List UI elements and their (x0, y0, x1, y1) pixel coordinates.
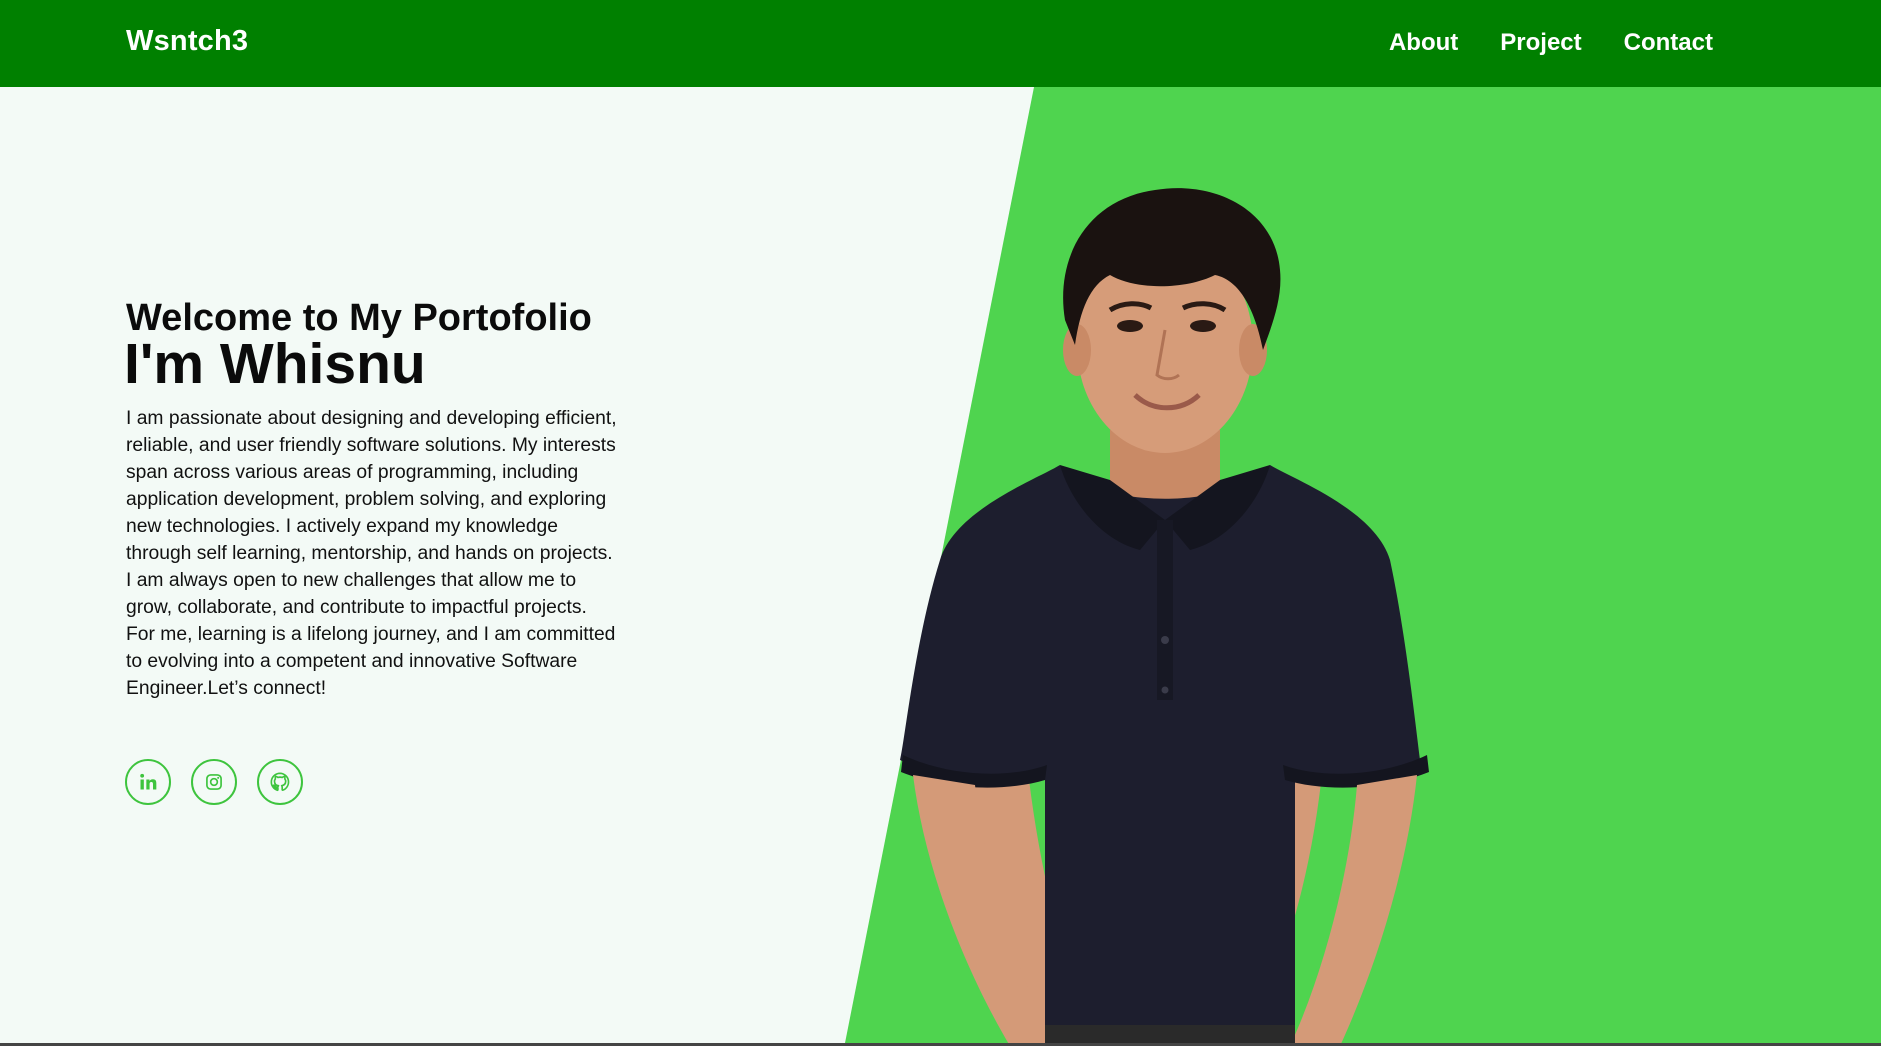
top-navbar: Wsntch3 About Project Contact (0, 0, 1881, 87)
linkedin-icon (138, 772, 158, 792)
instagram-icon (204, 772, 224, 792)
nav-links: About Project Contact (1389, 29, 1713, 57)
nav-link-about[interactable]: About (1389, 29, 1458, 57)
github-icon (269, 771, 291, 793)
social-links (125, 759, 303, 805)
nav-link-project[interactable]: Project (1500, 29, 1581, 57)
github-link[interactable] (257, 759, 303, 805)
name-heading: I'm Whisnu (124, 332, 426, 396)
profile-photo (900, 188, 1429, 1046)
brand-logo[interactable]: Wsntch3 (126, 25, 248, 58)
nav-link-contact[interactable]: Contact (1624, 29, 1713, 57)
linkedin-link[interactable] (125, 759, 171, 805)
instagram-link[interactable] (191, 759, 237, 805)
portfolio-page: Wsntch3 About Project Contact Welcome to… (0, 0, 1881, 1046)
bio-paragraph: I am passionate about designing and deve… (126, 408, 617, 699)
